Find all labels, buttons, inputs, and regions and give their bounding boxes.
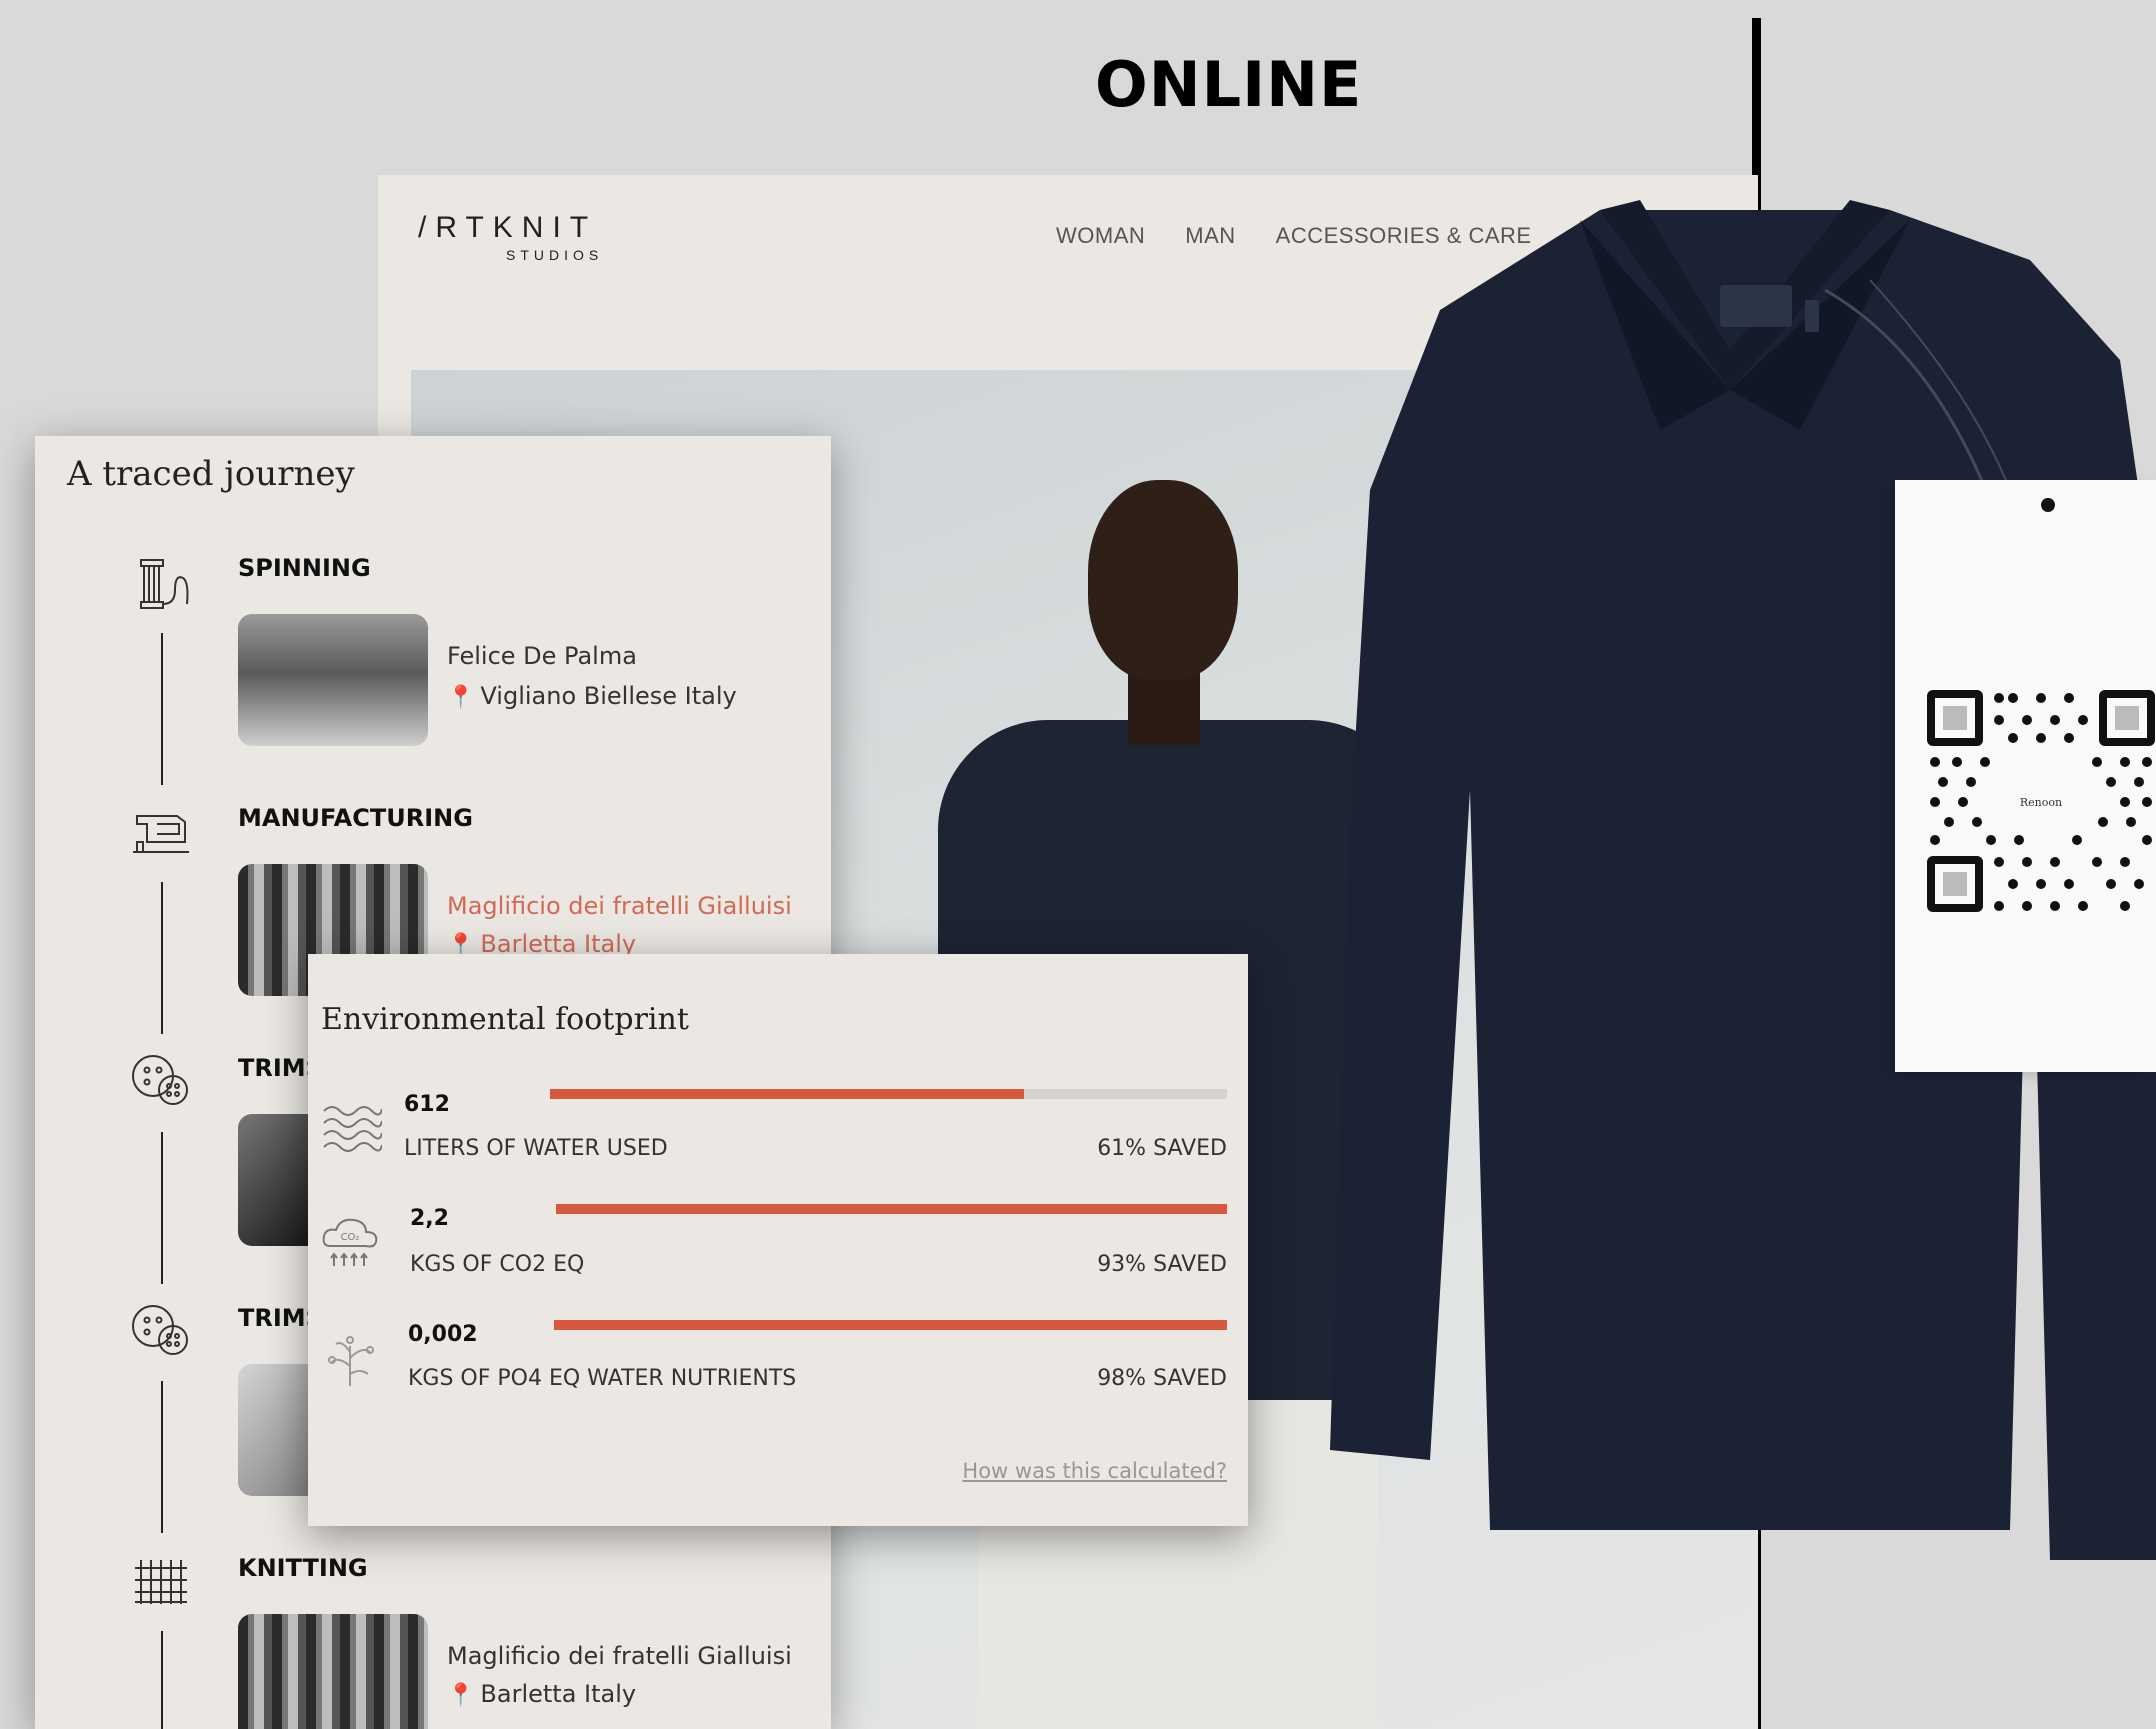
- water-waves-icon: [323, 1106, 382, 1152]
- location-text: Vigliano Biellese Italy: [480, 682, 737, 710]
- qr-code-icon[interactable]: Renoon: [1927, 690, 2156, 914]
- stage-label: KNITTING: [238, 1554, 368, 1582]
- knit-grid-icon: [135, 1560, 187, 1604]
- metric-label: KGS OF PO4 EQ WATER NUTRIENTS: [408, 1366, 797, 1391]
- buttons-icon: [132, 1305, 188, 1355]
- co2-cloud-icon: CO₂: [322, 1218, 378, 1266]
- location-pin-icon: 📍: [447, 1683, 475, 1708]
- spool-icon: [140, 559, 189, 609]
- metric-label: KGS OF CO2 EQ: [410, 1252, 585, 1277]
- buttons-icon: [132, 1055, 188, 1105]
- timeline-line: [161, 882, 163, 1034]
- timeline-line: [161, 1381, 163, 1533]
- metric-value: 612: [404, 1092, 450, 1117]
- co2-symbol: CO₂: [341, 1232, 360, 1243]
- timeline-line: [161, 1631, 163, 1729]
- location-pin-icon: 📍: [447, 685, 475, 710]
- nav-woman[interactable]: WOMAN: [1056, 223, 1145, 249]
- logo-text: /RTKNIT: [418, 211, 598, 244]
- logo-subtext: STUDIOS: [506, 247, 604, 263]
- journey-title: A traced journey: [67, 454, 355, 494]
- supplier-location: 📍 Vigliano Biellese Italy: [447, 682, 737, 710]
- metric-progress-bar: [554, 1320, 1227, 1330]
- timeline-line: [161, 633, 163, 785]
- footprint-title: Environmental footprint: [321, 1002, 689, 1037]
- sewing-machine-icon: [133, 815, 189, 853]
- supplier-name[interactable]: Maglificio dei fratelli Gialluisi: [447, 1642, 792, 1670]
- metric-saved: 93% SAVED: [1097, 1252, 1227, 1277]
- metric-progress-bar: [556, 1204, 1227, 1214]
- page-heading: ONLINE: [1095, 48, 1363, 121]
- metric-value: 2,2: [410, 1206, 449, 1231]
- metric-progress-fill: [556, 1204, 1227, 1214]
- metric-progress-bar: [550, 1089, 1227, 1099]
- brand-logo[interactable]: /RTKNIT STUDIOS: [418, 211, 598, 263]
- hang-tag: Renoon: [1895, 480, 2156, 1072]
- stage-label: SPINNING: [238, 554, 371, 582]
- supplier-name[interactable]: Felice De Palma: [447, 642, 637, 670]
- qr-center-logo: Renoon: [2020, 796, 2062, 809]
- timeline-line: [161, 1132, 163, 1284]
- stage-label: MANUFACTURING: [238, 804, 473, 832]
- metric-progress-fill: [550, 1089, 1024, 1099]
- supplier-location: 📍 Barletta Italy: [447, 1680, 636, 1708]
- how-calculated-link[interactable]: How was this calculated?: [962, 1459, 1227, 1483]
- environmental-footprint-panel: Environmental footprint 612 LITERS OF WA…: [308, 954, 1248, 1526]
- location-text: Barletta Italy: [480, 1680, 637, 1708]
- metric-value: 0,002: [408, 1322, 478, 1347]
- metric-label: LITERS OF WATER USED: [404, 1136, 668, 1161]
- metric-saved: 98% SAVED: [1097, 1366, 1227, 1391]
- plant-icon: [328, 1336, 374, 1386]
- stage-thumbnail[interactable]: [238, 614, 428, 746]
- metric-progress-fill: [554, 1320, 1227, 1330]
- supplier-name[interactable]: Maglificio dei fratelli Gialluisi: [447, 892, 792, 920]
- metric-saved: 61% SAVED: [1097, 1136, 1227, 1161]
- stage-thumbnail[interactable]: [238, 1614, 428, 1729]
- nav-man[interactable]: MAN: [1185, 223, 1235, 249]
- tag-hole: [2041, 498, 2055, 512]
- model-head: [1088, 480, 1238, 680]
